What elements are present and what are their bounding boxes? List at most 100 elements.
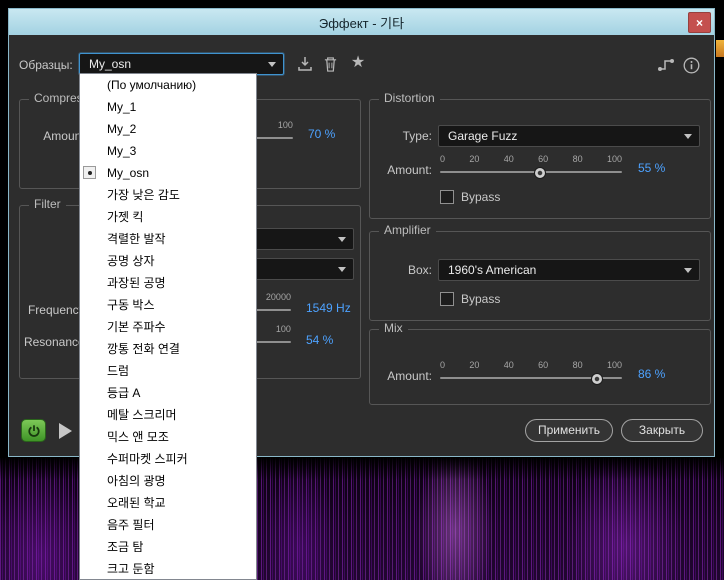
mix-group: Mix Amount: 020406080100 86 % — [369, 329, 711, 405]
routing-icon — [657, 57, 675, 73]
preset-item-label: 가장 낮은 감도 — [107, 188, 180, 202]
preset-dropdown-item[interactable]: 아침의 광명 — [80, 470, 256, 492]
preset-dropdown-item[interactable]: My_2 — [80, 118, 256, 140]
power-icon — [27, 424, 41, 438]
mix-amount-value[interactable]: 86 % — [638, 366, 688, 382]
preset-item-label: My_1 — [107, 100, 136, 114]
preset-item-label: 격렬한 발작 — [107, 232, 166, 246]
preset-item-label: My_osn — [107, 166, 149, 180]
slider-tick-label: 100 — [278, 120, 293, 131]
preset-dropdown-item[interactable]: My_osn — [80, 162, 256, 184]
preset-item-label: 깡통 전화 연결 — [107, 342, 180, 356]
mix-group-title: Mix — [379, 321, 408, 335]
distortion-amount-slider[interactable]: 020406080100 — [440, 154, 622, 179]
slider-track[interactable] — [440, 371, 622, 385]
preset-item-label: My_2 — [107, 122, 136, 136]
preset-item-label: 공명 상자 — [107, 254, 155, 268]
preset-item-label: 음주 필터 — [107, 518, 155, 532]
bypass-checkbox[interactable] — [440, 190, 454, 204]
bypass-label: Bypass — [461, 190, 500, 204]
slider-tick-label: 20 — [469, 360, 479, 371]
chevron-down-icon — [338, 267, 346, 272]
compressor-amount-value[interactable]: 70 % — [308, 126, 358, 142]
mix-amount-slider[interactable]: 020406080100 — [440, 360, 622, 385]
save-icon — [296, 55, 314, 73]
favorite-preset-button[interactable]: ★ — [348, 53, 368, 73]
filter-group-title: Filter — [29, 197, 66, 211]
slider-tick-label: 100 — [607, 154, 622, 165]
close-icon: × — [696, 16, 703, 30]
preset-dropdown-item[interactable]: 드럼 — [80, 360, 256, 382]
preset-dropdown-item[interactable]: 과장된 공명 — [80, 272, 256, 294]
preset-dropdown-item[interactable]: 음주 필터 — [80, 514, 256, 536]
slider-tick-label: 20 — [469, 154, 479, 165]
distortion-group-title: Distortion — [379, 91, 440, 105]
slider-scale: 020406080100 — [440, 154, 622, 165]
preset-dropdown-item[interactable]: My_3 — [80, 140, 256, 162]
preset-item-label: My_3 — [107, 144, 136, 158]
bypass-label: Bypass — [461, 292, 500, 306]
preset-item-label: 가젯 킥 — [107, 210, 143, 224]
presets-label: Образцы: — [19, 57, 73, 73]
preset-item-label: 드럼 — [107, 364, 129, 378]
amplifier-bypass: Bypass — [440, 292, 500, 306]
preset-dropdown-item[interactable]: 가장 낮은 감도 — [80, 184, 256, 206]
filter-resonance-value[interactable]: 54 % — [306, 332, 356, 348]
preset-item-label: 오래된 학교 — [107, 496, 166, 510]
distortion-type-label: Type: — [378, 128, 432, 144]
distortion-type-combobox[interactable]: Garage Fuzz — [438, 125, 700, 147]
preset-dropdown-item[interactable]: 믹스 앤 모조 — [80, 426, 256, 448]
preset-dropdown-item[interactable]: 수퍼마켓 스피커 — [80, 448, 256, 470]
delete-preset-button[interactable] — [320, 54, 340, 74]
chevron-down-icon — [684, 268, 692, 273]
preset-dropdown-item[interactable]: My_1 — [80, 96, 256, 118]
preset-dropdown-item[interactable]: 가젯 킥 — [80, 206, 256, 228]
close-button[interactable]: Закрыть — [621, 419, 703, 442]
apply-button[interactable]: Применить — [525, 419, 613, 442]
preset-dropdown-item[interactable]: 메탈 스크리머 — [80, 404, 256, 426]
preset-dropdown-item[interactable]: 크고 둔함 — [80, 558, 256, 580]
slider-track[interactable] — [440, 165, 622, 179]
preset-item-label: 메탈 스크리머 — [107, 408, 177, 422]
preset-item-label: 조금 탐 — [107, 540, 143, 554]
slider-tick-label: 80 — [573, 154, 583, 165]
close-window-button[interactable]: × — [688, 12, 711, 33]
preset-dropdown-item[interactable]: 격렬한 발작 — [80, 228, 256, 250]
preset-dropdown-item[interactable]: 오래된 학교 — [80, 492, 256, 514]
preset-dropdown-item[interactable]: 공명 상자 — [80, 250, 256, 272]
amplifier-group-title: Amplifier — [379, 223, 436, 237]
preset-item-label: 믹스 앤 모조 — [107, 430, 169, 444]
preset-item-label: 과장된 공명 — [107, 276, 166, 290]
effect-power-toggle[interactable] — [21, 419, 46, 442]
titlebar[interactable]: Эффект - 기타 × — [9, 9, 714, 35]
chevron-down-icon — [338, 237, 346, 242]
preset-dropdown-item[interactable]: 조금 탐 — [80, 536, 256, 558]
preset-dropdown-item[interactable]: 깡통 전화 연결 — [80, 338, 256, 360]
info-icon — [683, 57, 700, 74]
bypass-checkbox[interactable] — [440, 292, 454, 306]
filter-frequency-value[interactable]: 1549 Hz — [306, 300, 360, 316]
save-preset-button[interactable] — [295, 54, 315, 74]
preset-item-label: 수퍼마켓 스피커 — [107, 452, 188, 466]
distortion-bypass: Bypass — [440, 190, 500, 204]
preset-dropdown-item[interactable]: (По умолчанию) — [80, 74, 256, 96]
preset-dropdown-item[interactable]: 구동 박스 — [80, 294, 256, 316]
preset-dropdown-item[interactable]: 등급 A — [80, 382, 256, 404]
slider-tick-label: 60 — [538, 154, 548, 165]
preset-combobox[interactable]: My_osn — [79, 53, 284, 75]
preset-dropdown-item[interactable]: 기본 주파수 — [80, 316, 256, 338]
combo-value: Garage Fuzz — [448, 129, 517, 143]
info-button[interactable] — [681, 55, 701, 75]
distortion-amount-value[interactable]: 55 % — [638, 160, 688, 176]
routing-button[interactable] — [656, 55, 676, 75]
chevron-down-icon — [268, 62, 276, 67]
preset-item-label: 구동 박스 — [107, 298, 155, 312]
distortion-amount-label: Amount: — [378, 162, 432, 178]
slider-tick-label: 40 — [504, 154, 514, 165]
preview-play-button[interactable] — [59, 423, 72, 439]
mix-amount-label: Amount: — [378, 368, 432, 384]
background-artifact — [716, 40, 724, 57]
slider-knob[interactable] — [591, 373, 603, 385]
slider-knob[interactable] — [534, 167, 546, 179]
amplifier-box-combobox[interactable]: 1960's American — [438, 259, 700, 281]
